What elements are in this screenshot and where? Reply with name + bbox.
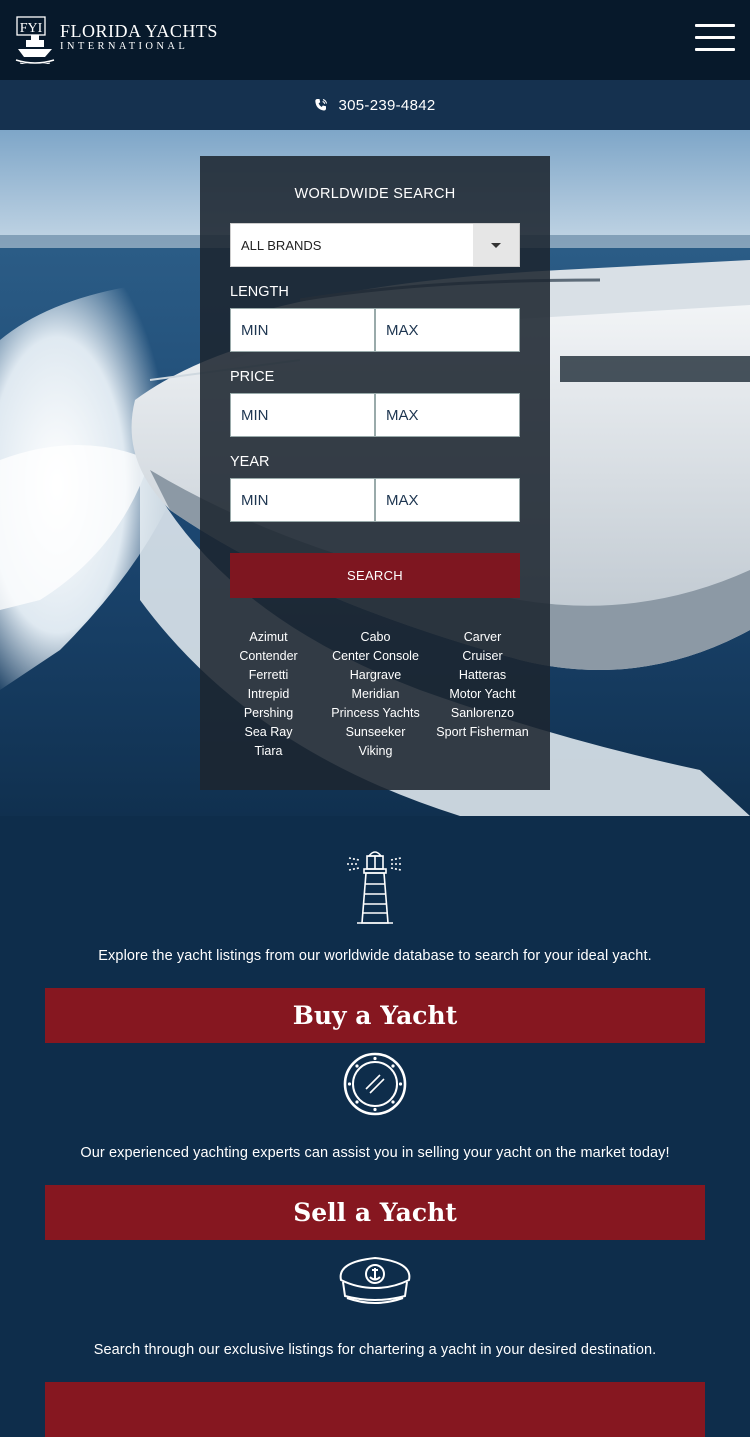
charter-description: Search through our exclusive listings fo… xyxy=(93,1342,657,1358)
site-header: FYI FLORIDA YACHTS INTERNATIONAL xyxy=(0,0,750,80)
brand-select-value: ALL BRANDS xyxy=(241,238,322,253)
site-logo[interactable]: FYI FLORIDA YACHTS INTERNATIONAL xyxy=(14,16,218,66)
brand-link[interactable]: Ferretti xyxy=(215,666,322,685)
charter-yacht-button[interactable] xyxy=(45,1382,705,1437)
hamburger-icon[interactable] xyxy=(695,24,735,54)
year-min-input[interactable] xyxy=(230,478,375,522)
search-button[interactable]: SEARCH xyxy=(230,553,520,598)
price-label: PRICE xyxy=(230,369,275,385)
phone-icon xyxy=(315,99,328,111)
year-range xyxy=(230,478,520,522)
svg-text:FYI: FYI xyxy=(20,21,43,36)
buy-yacht-button[interactable]: Buy a Yacht xyxy=(45,988,705,1043)
services-section: Explore the yacht listings from our worl… xyxy=(0,816,750,1437)
logo-name: FLORIDA YACHTS xyxy=(60,21,218,41)
brand-link[interactable]: Pershing xyxy=(215,704,322,723)
price-max-input[interactable] xyxy=(375,393,520,437)
brand-link[interactable]: Motor Yacht xyxy=(429,685,536,704)
year-label: YEAR xyxy=(230,454,270,470)
brand-link[interactable]: Contender xyxy=(215,647,322,666)
brand-link[interactable]: Tiara xyxy=(215,742,322,761)
logo-subtitle: INTERNATIONAL xyxy=(60,41,189,52)
logo-emblem-icon: FYI xyxy=(14,16,56,66)
brand-link[interactable]: Meridian xyxy=(322,685,429,704)
sell-description: Our experienced yachting experts can ass… xyxy=(80,1145,670,1161)
brand-link[interactable]: Sea Ray xyxy=(215,723,322,742)
brand-link[interactable]: Princess Yachts xyxy=(322,704,429,723)
buy-description: Explore the yacht listings from our worl… xyxy=(98,948,652,964)
brand-select[interactable]: ALL BRANDS xyxy=(230,223,520,267)
brand-link[interactable]: Sanlorenzo xyxy=(429,704,536,723)
brand-link[interactable]: Cruiser xyxy=(429,647,536,666)
length-max-input[interactable] xyxy=(375,308,520,352)
phone-number-link[interactable]: 305-239-4842 xyxy=(338,97,435,114)
brand-links: Azimut Cabo Carver Contender Center Cons… xyxy=(215,628,535,761)
brand-link[interactable]: Hargrave xyxy=(322,666,429,685)
length-min-input[interactable] xyxy=(230,308,375,352)
brand-link[interactable]: Carver xyxy=(429,628,536,647)
lighthouse-icon xyxy=(347,851,403,924)
brand-link[interactable]: Cabo xyxy=(322,628,429,647)
worldwide-search-panel: WORLDWIDE SEARCH ALL BRANDS LENGTH PRICE… xyxy=(200,156,550,790)
porthole-icon xyxy=(343,1052,407,1116)
year-max-input[interactable] xyxy=(375,478,520,522)
phone-bar: 305-239-4842 xyxy=(0,80,750,130)
brand-link[interactable]: Intrepid xyxy=(215,685,322,704)
length-label: LENGTH xyxy=(230,284,289,300)
brand-link[interactable]: Viking xyxy=(322,742,429,761)
sell-yacht-button[interactable]: Sell a Yacht xyxy=(45,1185,705,1240)
brand-link[interactable]: Hatteras xyxy=(429,666,536,685)
length-range xyxy=(230,308,520,352)
brand-link[interactable]: Azimut xyxy=(215,628,322,647)
brand-link[interactable]: Sport Fisherman xyxy=(429,723,536,742)
captain-hat-icon xyxy=(339,1256,411,1304)
price-range xyxy=(230,393,520,437)
brand-link[interactable]: Sunseeker xyxy=(322,723,429,742)
chevron-down-icon[interactable] xyxy=(473,224,519,266)
brand-link[interactable]: Center Console xyxy=(322,647,429,666)
search-panel-title: WORLDWIDE SEARCH xyxy=(294,186,456,202)
price-min-input[interactable] xyxy=(230,393,375,437)
